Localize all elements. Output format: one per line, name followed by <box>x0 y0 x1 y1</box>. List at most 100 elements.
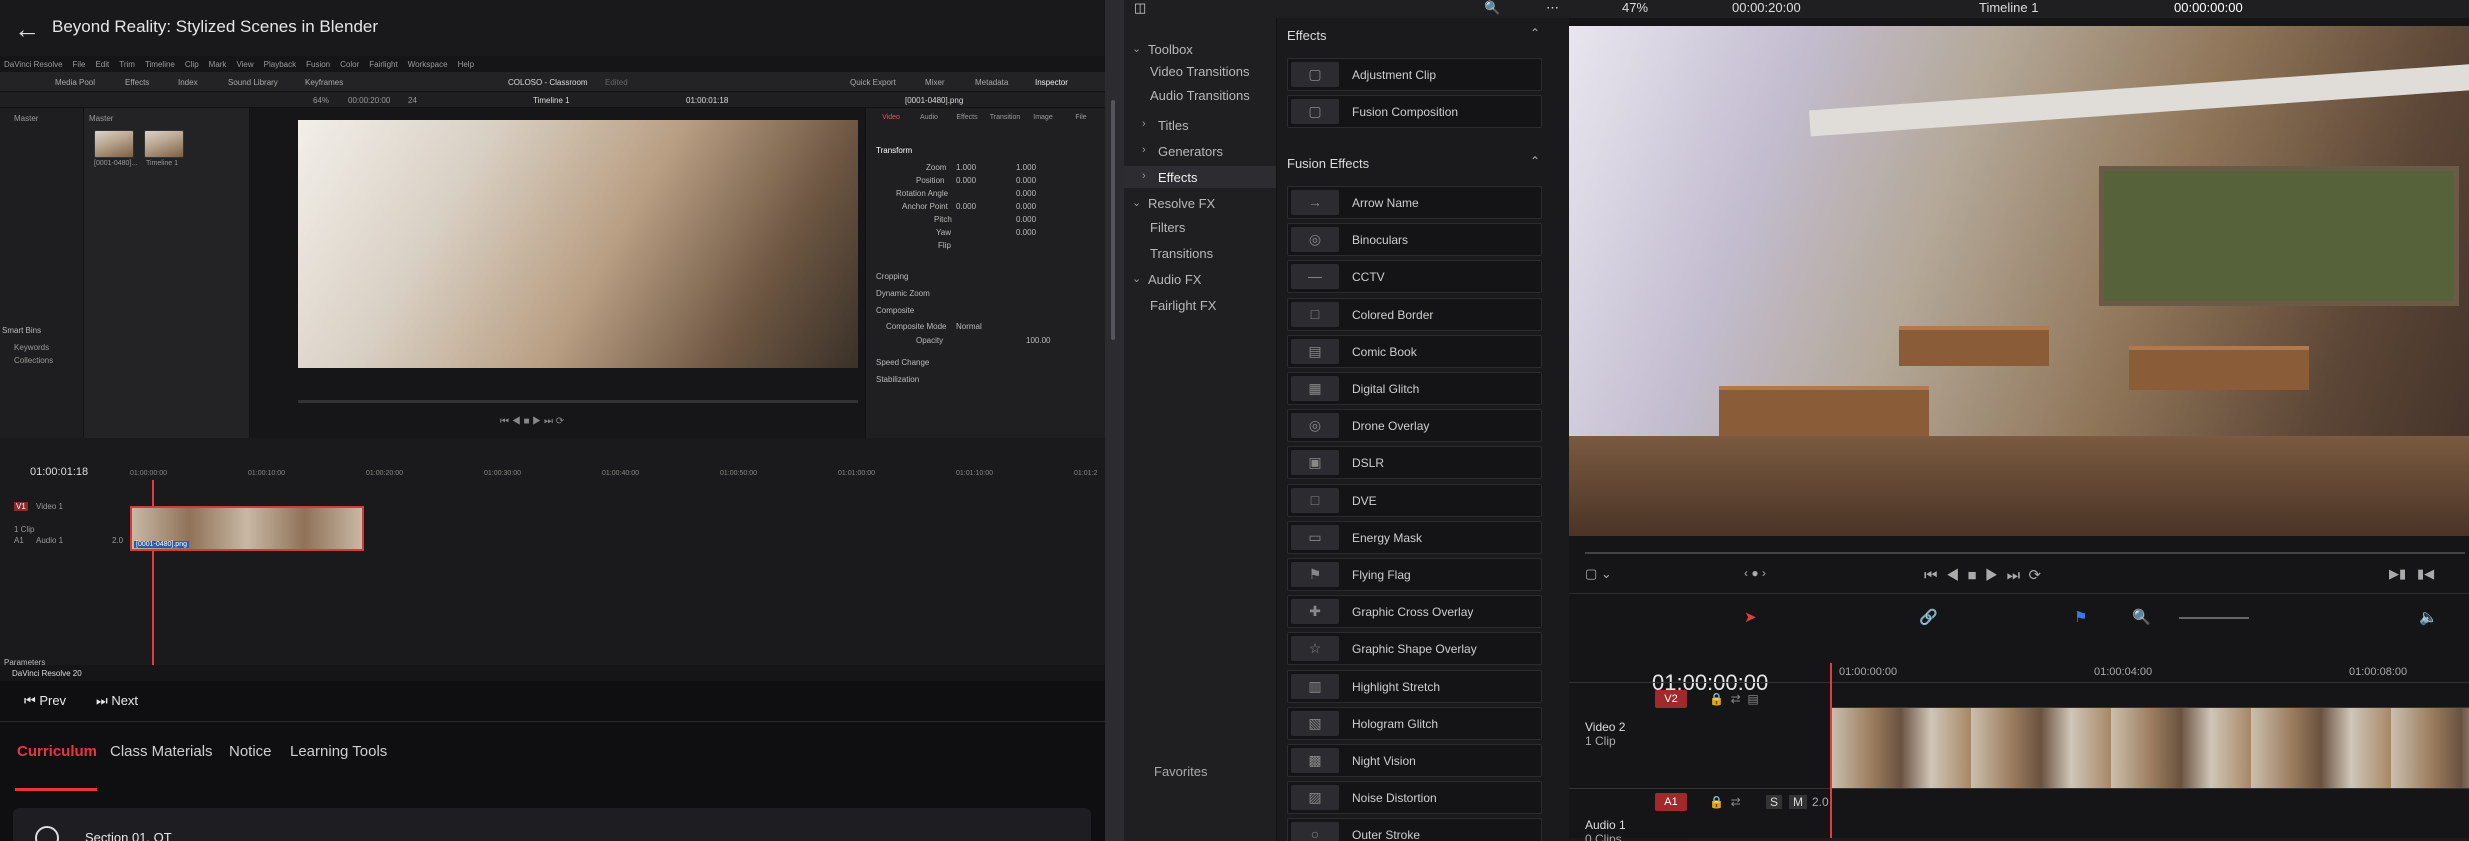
embed-viewer: ⏮ ◀ ■ ▶ ⏭ ⟳ <box>250 108 865 438</box>
embed-project-name: COLOSO - Classroom <box>508 78 588 87</box>
toolbox-item-transitions[interactable]: Transitions <box>1124 242 1276 264</box>
embed-media-pool: Media Pool <box>55 78 96 87</box>
embed-pitch-value: 0.000 <box>1016 215 1037 224</box>
fusion-effect-noise-distortion[interactable]: ▨ Noise Distortion <box>1287 781 1542 815</box>
audio-lock-icon[interactable]: 🔒 ⇄ <box>1709 795 1741 809</box>
back-arrow-icon[interactable]: ← <box>14 14 40 45</box>
fusion-effect-highlight-stretch[interactable]: ▥ Highlight Stretch <box>1287 669 1542 703</box>
fusion-effect-thumbnail-icon: □ <box>1291 301 1339 327</box>
favorites-label[interactable]: Favorites <box>1154 764 1207 779</box>
toolbox-item-filters[interactable]: Filters <box>1124 216 1276 238</box>
viewer-nav-icon[interactable]: ‹ ● › <box>1744 566 1766 580</box>
fusion-effect-graphic-cross-overlay[interactable]: ✚ Graphic Cross Overlay <box>1287 595 1542 629</box>
frame-floor <box>1569 436 2469 536</box>
collapse-icon[interactable]: ⌃ <box>1530 26 1540 40</box>
fusion-effect-hologram-glitch[interactable]: ▧ Hologram Glitch <box>1287 706 1542 740</box>
toolbox-item-generators[interactable]: › Generators <box>1124 140 1276 162</box>
fusion-effect-label: DSLR <box>1352 456 1385 471</box>
embed-yaw-label: Yaw <box>936 228 951 237</box>
fusion-effect-cctv[interactable]: — CCTV <box>1287 260 1542 294</box>
embed-metadata: Metadata <box>975 78 1009 87</box>
fusion-effect-outer-stroke[interactable]: ○ Outer Stroke <box>1287 818 1542 841</box>
tab-learning-tools[interactable]: Learning Tools <box>290 743 387 760</box>
toolbox-label: Titles <box>1158 118 1189 133</box>
timeline-playhead[interactable] <box>1830 663 1832 838</box>
solo-button[interactable]: S <box>1766 795 1783 809</box>
fusion-effect-energy-mask[interactable]: ▭ Energy Mask <box>1287 520 1542 554</box>
divider-grip[interactable] <box>1111 100 1115 340</box>
effect-fusion-composition[interactable]: ▢ Fusion Composition <box>1287 95 1542 128</box>
fusion-effect-label: CCTV <box>1352 270 1385 285</box>
prev-button[interactable]: ⏮ Prev <box>24 693 66 709</box>
search-icon[interactable]: 🔍 <box>1484 0 1500 16</box>
embed-a1-badge: A1 <box>14 536 24 545</box>
next-button[interactable]: ⏭ Next <box>96 693 138 709</box>
embed-audio-level: 2.0 <box>112 536 124 545</box>
embed-pitch-label: Pitch <box>934 215 952 224</box>
embed-anchor-label: Anchor Point <box>902 202 948 211</box>
viewer-frame <box>1569 26 2469 536</box>
zoom-icon[interactable]: 🔍 <box>2132 608 2151 626</box>
effect-label: Adjustment Clip <box>1352 68 1437 82</box>
embedded-video-resolve[interactable]: DaVinci Resolve File Edit Trim Timeline Clip M… <box>0 56 1105 681</box>
fusion-effect-graphic-shape-overlay[interactable]: ☆ Graphic Shape Overlay <box>1287 632 1542 666</box>
tab-notice[interactable]: Notice <box>229 743 272 760</box>
link-icon[interactable]: 🔗 <box>1919 608 1938 626</box>
embed-menu-item: Fusion <box>306 60 331 69</box>
fusion-effect-comic-book[interactable]: ▤ Comic Book <box>1287 334 1542 368</box>
viewer-scrubber[interactable] <box>1585 552 2465 554</box>
toolbox-item-fairlight-fx[interactable]: Fairlight FX <box>1124 294 1276 316</box>
transport-controls[interactable]: ⏮ ◀ ■ ▶ ⏭ ⟳ <box>1924 566 2041 584</box>
pane-divider[interactable] <box>1105 0 1124 841</box>
fusion-effect-thumbnail-icon: ☆ <box>1291 636 1339 662</box>
fusion-effect-night-vision[interactable]: ▩ Night Vision <box>1287 744 1542 777</box>
embed-ruler-label: 01:00:10:00 <box>248 470 285 477</box>
toolbox-item-toolbox[interactable]: ⌄ Toolbox <box>1124 38 1276 60</box>
toolbox-item-effects[interactable]: › Effects <box>1124 166 1276 188</box>
fusion-effect-dslr[interactable]: ▣ DSLR <box>1287 446 1542 480</box>
fusion-effect-flying-flag[interactable]: ⚑ Flying Flag <box>1287 558 1542 591</box>
volume-icon[interactable]: 🔈 <box>2419 608 2438 626</box>
toolbox-item-titles[interactable]: › Titles <box>1124 114 1276 136</box>
embed-clip-label: [0001-0480]... <box>94 160 138 167</box>
embed-flip-label: Flip <box>938 241 951 250</box>
effect-adjustment-clip[interactable]: ▢ Adjustment Clip <box>1287 58 1542 91</box>
embed-rotation-label: Rotation Angle <box>896 189 949 198</box>
flag-icon[interactable]: ⚑ <box>2074 608 2087 626</box>
toolbox-item-audio-fx[interactable]: ⌄ Audio FX <box>1124 268 1276 290</box>
fusion-effect-binoculars[interactable]: ◎ Binoculars <box>1287 223 1542 257</box>
tab-class-materials[interactable]: Class Materials <box>110 743 213 760</box>
mute-button[interactable]: M <box>1789 795 1807 809</box>
viewer-zoom[interactable]: 47% <box>1622 0 1648 15</box>
section-toggle-icon <box>35 826 59 841</box>
track-lock-icons[interactable]: 🔒 ⇄ ▤ <box>1709 692 1759 706</box>
more-options-icon[interactable]: ⋯ <box>1546 0 1559 16</box>
toolbox-item-video-transitions[interactable]: Video Transitions <box>1124 60 1276 82</box>
fusion-effect-dve[interactable]: □ DVE <box>1287 483 1542 517</box>
end-frame-icons[interactable]: ▶▮ ▮◀ <box>2389 566 2434 582</box>
fusion-effect-drone-overlay[interactable]: ◎ Drone Overlay <box>1287 409 1542 443</box>
embed-inspector: Inspector <box>1035 78 1068 87</box>
fusion-effect-thumbnail-icon: ▨ <box>1291 785 1339 811</box>
fusion-effect-arrow-name[interactable]: → Arrow Name <box>1287 186 1542 219</box>
a1-track-badge[interactable]: A1 <box>1655 793 1687 811</box>
embed-menu-item: Color <box>340 60 360 69</box>
fusion-effect-digital-glitch[interactable]: ▦ Digital Glitch <box>1287 372 1542 405</box>
tab-curriculum[interactable]: Curriculum <box>17 743 97 760</box>
fusion-effect-colored-border[interactable]: □ Colored Border <box>1287 297 1542 331</box>
collapse-fusion-icon[interactable]: ⌃ <box>1530 154 1540 168</box>
video2-clip[interactable] <box>1830 707 2469 789</box>
zoom-slider[interactable] <box>2179 617 2249 619</box>
embed-bin-list: Master Smart Bins Keywords Collections <box>0 108 84 488</box>
embed-keyframes: Keyframes <box>305 78 344 87</box>
v2-track-badge[interactable]: V2 <box>1655 690 1687 708</box>
toolbox-item-resolve-fx[interactable]: ⌄ Resolve FX <box>1124 192 1276 214</box>
section-item[interactable]: Section 01. OT <box>13 808 1091 841</box>
embed-menubar: DaVinci Resolve File Edit Trim Timeline Clip M… <box>0 56 1105 72</box>
toolbox-label: Generators <box>1158 144 1224 159</box>
timeline-selector[interactable]: Timeline 1 <box>1979 0 2038 15</box>
view-options-icon[interactable]: ▢ ⌄ <box>1585 566 1612 582</box>
selection-tool-icon[interactable]: ➤ <box>1744 608 1757 626</box>
sidebar-toggle-icon[interactable]: ◫ <box>1134 0 1146 16</box>
toolbox-item-audio-transitions[interactable]: Audio Transitions <box>1124 84 1276 106</box>
